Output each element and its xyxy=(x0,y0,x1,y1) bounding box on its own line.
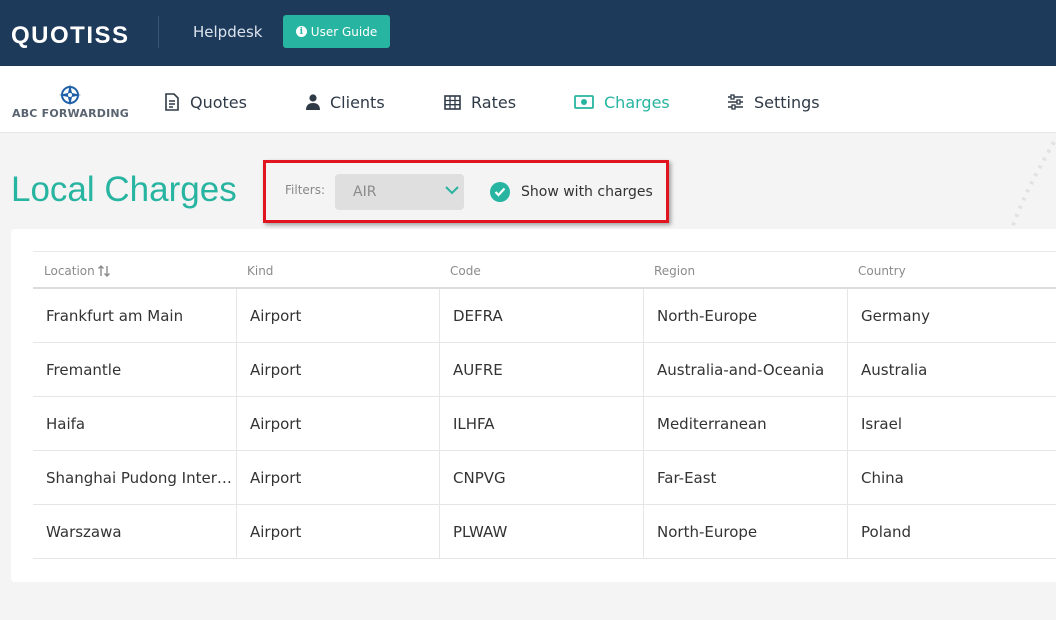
company-logo-text: ABC FORWARDING xyxy=(12,107,130,120)
table-row[interactable]: Shanghai Pudong Inter… Airport CNPVG Far-Ea… xyxy=(33,451,1056,505)
nav-settings[interactable]: Settings xyxy=(727,91,820,113)
table-cell-region: Mediterranean xyxy=(643,397,847,451)
money-icon xyxy=(574,95,594,109)
table-cell-location: Warszawa xyxy=(46,523,122,541)
table-cell-region: Far-East xyxy=(643,451,847,505)
table-cell-code: PLWAW xyxy=(439,505,643,559)
table-cell-country: Israel xyxy=(847,397,1056,451)
table-row[interactable]: Frankfurt am Main Airport DEFRA North-Europ… xyxy=(33,289,1056,343)
column-code[interactable]: Code xyxy=(450,264,481,278)
nav-clients-label: Clients xyxy=(330,92,385,112)
chevron-down-icon xyxy=(445,186,459,195)
table-cell-kind: Airport xyxy=(236,451,439,505)
check-icon xyxy=(494,187,506,197)
table-cell-country: Poland xyxy=(847,505,1056,559)
show-with-charges-checkbox[interactable] xyxy=(490,182,510,202)
table-cell-code: CNPVG xyxy=(439,451,643,505)
table-row[interactable]: Fremantle Airport AUFRE Australia-and-Ocean… xyxy=(33,343,1056,397)
mode-select-value: AIR xyxy=(353,184,377,200)
table-row[interactable]: Warszawa Airport PLWAW North-Europe Poland xyxy=(33,505,1056,559)
nav-clients[interactable]: Clients xyxy=(306,91,385,113)
filters-label: Filters: xyxy=(285,183,326,197)
column-region[interactable]: Region xyxy=(654,264,695,278)
table-cell-country: China xyxy=(847,451,1056,505)
nav-bar xyxy=(0,66,1056,133)
table-cell-location: Shanghai Pudong Inter… xyxy=(46,469,232,487)
decorative-dots xyxy=(1010,141,1056,229)
document-icon xyxy=(165,93,179,111)
table-cell-country: Australia xyxy=(847,343,1056,397)
table-cell-code: ILHFA xyxy=(439,397,643,451)
table-cell-region: North-Europe xyxy=(643,289,847,343)
page-title: Local Charges xyxy=(11,170,237,209)
helpdesk-link[interactable]: Helpdesk xyxy=(193,23,262,41)
app-logo[interactable]: QUOTISS xyxy=(11,22,130,50)
nav-quotes[interactable]: Quotes xyxy=(164,91,247,113)
table-cell-location: Frankfurt am Main xyxy=(46,307,184,325)
table-cell-location: Haifa xyxy=(46,415,86,433)
table-cell-region: North-Europe xyxy=(643,505,847,559)
table-cell-location: Fremantle xyxy=(46,361,122,379)
table-cell-kind: Airport xyxy=(236,397,439,451)
nav-charges[interactable]: Charges xyxy=(574,91,670,113)
table-body: Frankfurt am Main Airport DEFRA North-Europ… xyxy=(33,289,1056,559)
table-cell-country: Germany xyxy=(847,289,1056,343)
table-cell-kind: Airport xyxy=(236,505,439,559)
nav-quotes-label: Quotes xyxy=(190,92,247,112)
table-icon xyxy=(444,94,461,110)
divider xyxy=(158,16,159,48)
info-icon: i xyxy=(295,26,307,37)
table-cell-code: DEFRA xyxy=(439,289,643,343)
table-cell-kind: Airport xyxy=(236,343,439,397)
user-icon xyxy=(306,94,320,110)
table-header: Location Kind Code Region Country xyxy=(33,251,1056,289)
column-country[interactable]: Country xyxy=(858,264,906,278)
user-guide-button[interactable]: i User Guide xyxy=(283,15,390,48)
charges-table: Location Kind Code Region Country Frankf… xyxy=(33,251,1056,559)
user-guide-label: User Guide xyxy=(310,24,378,39)
nav-rates[interactable]: Rates xyxy=(444,91,516,113)
table-cell-kind: Airport xyxy=(236,289,439,343)
sliders-icon xyxy=(728,94,743,110)
column-location[interactable]: Location xyxy=(44,264,111,278)
table-row[interactable]: Haifa Airport ILHFA Mediterranean Israel xyxy=(33,397,1056,451)
nav-settings-label: Settings xyxy=(754,92,820,112)
sort-icon xyxy=(97,265,110,277)
show-with-charges-label[interactable]: Show with charges xyxy=(521,184,653,200)
column-kind[interactable]: Kind xyxy=(247,264,273,278)
nav-rates-label: Rates xyxy=(471,92,517,112)
table-cell-code: AUFRE xyxy=(439,343,643,397)
nav-charges-label: Charges xyxy=(604,92,670,112)
table-cell-region: Australia-and-Oceania xyxy=(643,343,847,397)
column-location-label: Location xyxy=(44,264,95,278)
